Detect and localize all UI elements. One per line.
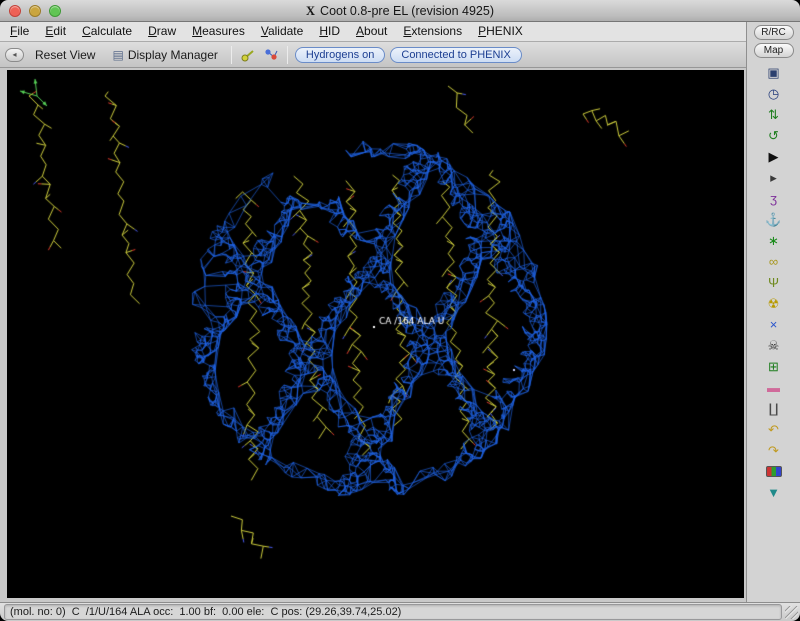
add-plus-icon[interactable]: ⊞	[764, 358, 784, 375]
reset-view-button[interactable]: Reset View	[29, 46, 101, 64]
menu-extensions[interactable]: Extensions	[395, 22, 470, 41]
main-area: FileEditCalculateDrawMeasuresValidateHID…	[0, 22, 800, 602]
main-toolbar: ◂ Reset View ▤ Display Manager Hydrogens…	[0, 42, 746, 68]
menubar-items: FileEditCalculateDrawMeasuresValidateHID…	[0, 22, 746, 42]
ball-and-stick-icon[interactable]	[239, 46, 257, 64]
gl-canvas[interactable]	[7, 70, 744, 598]
menu-measures[interactable]: Measures	[184, 22, 253, 41]
rotamer-balls-icon[interactable]: ∞	[764, 253, 784, 270]
status-bar: (mol. no: 0) C /1/U/164 ALA occ: 1.00 bf…	[0, 602, 800, 621]
display-manager-button[interactable]: ▤ Display Manager	[106, 46, 223, 64]
asterisk-icon[interactable]: ∗	[764, 232, 784, 249]
map-button[interactable]: Map	[754, 43, 794, 58]
menu-validate[interactable]: Validate	[253, 22, 312, 41]
psi-icon[interactable]: Ψ	[764, 274, 784, 291]
mutate-cross-icon[interactable]: ×	[764, 316, 784, 333]
left-column: FileEditCalculateDrawMeasuresValidateHID…	[0, 22, 746, 602]
redo-icon[interactable]: ↷	[764, 442, 784, 459]
play-icon[interactable]: ▶	[764, 148, 784, 165]
resize-grip[interactable]	[785, 606, 798, 619]
menu-about[interactable]: About	[348, 22, 395, 41]
window-title-text: Coot 0.8-pre EL (revision 4925)	[320, 4, 494, 18]
trash-icon[interactable]: ∐	[764, 400, 784, 417]
toolbar-separator	[287, 46, 288, 64]
toolbar-overflow-button[interactable]: ◂	[5, 48, 24, 62]
hydrogens-toggle-button[interactable]: Hydrogens on	[295, 47, 386, 63]
status-text: (mol. no: 0) C /1/U/164 ALA occ: 1.00 bf…	[4, 604, 782, 620]
window-title: X Coot 0.8-pre EL (revision 4925)	[0, 0, 800, 22]
updown-arrows-icon[interactable]: ⇅	[764, 106, 784, 123]
reset-view-label: Reset View	[35, 48, 95, 62]
menu-draw[interactable]: Draw	[140, 22, 184, 41]
anchor-icon[interactable]: ⚓	[764, 211, 784, 228]
x11-icon: X	[306, 4, 315, 18]
menu-phenix[interactable]: PHENIX	[470, 22, 531, 41]
go-to-atom-icon[interactable]	[262, 46, 280, 64]
flag-icon[interactable]: ▼	[764, 484, 784, 501]
chi-angle-icon[interactable]: ʒ	[764, 190, 784, 207]
step-icon[interactable]: ▸	[764, 169, 784, 186]
undo-icon[interactable]: ↶	[764, 421, 784, 438]
sphere-display-icon[interactable]: ▣	[764, 64, 784, 81]
radiation-icon[interactable]: ☢	[764, 295, 784, 312]
menu-edit[interactable]: Edit	[37, 22, 74, 41]
display-manager-label: Display Manager	[128, 48, 218, 62]
refresh-arrows-icon[interactable]: ↺	[764, 127, 784, 144]
title-bar[interactable]: X Coot 0.8-pre EL (revision 4925)	[0, 0, 800, 22]
eraser-icon[interactable]: ▬	[764, 379, 784, 396]
menu-hid[interactable]: HID	[311, 22, 348, 41]
gl-canvas-frame	[0, 68, 746, 602]
toolbar-separator	[231, 46, 232, 64]
menu-file[interactable]: File	[2, 22, 37, 41]
menu-calculate[interactable]: Calculate	[74, 22, 140, 41]
display-manager-icon: ▤	[112, 48, 123, 62]
tool-strip: ▣ ◷ ⇅ ↺ ▶ ▸ ʒ ⚓ ∗ ∞ Ψ ☢ × ☠ ⊞ ▬ ∐ ↶ ↷ ▼	[747, 64, 800, 501]
phenix-connection-button[interactable]: Connected to PHENIX	[390, 47, 521, 63]
rgb-stripes-icon[interactable]	[766, 466, 782, 477]
rrc-button[interactable]: R/RC	[754, 25, 794, 40]
clock-icon[interactable]: ◷	[764, 85, 784, 102]
right-toolbar-column: R/RC Map ▣ ◷ ⇅ ↺ ▶ ▸ ʒ ⚓ ∗ ∞ Ψ ☢ × ☠ ⊞ ▬ ∐ ↶ ↷ ▼	[746, 22, 800, 602]
skull-icon[interactable]: ☠	[764, 337, 784, 354]
coot-window: X Coot 0.8-pre EL (revision 4925) FileEdi…	[0, 0, 800, 621]
